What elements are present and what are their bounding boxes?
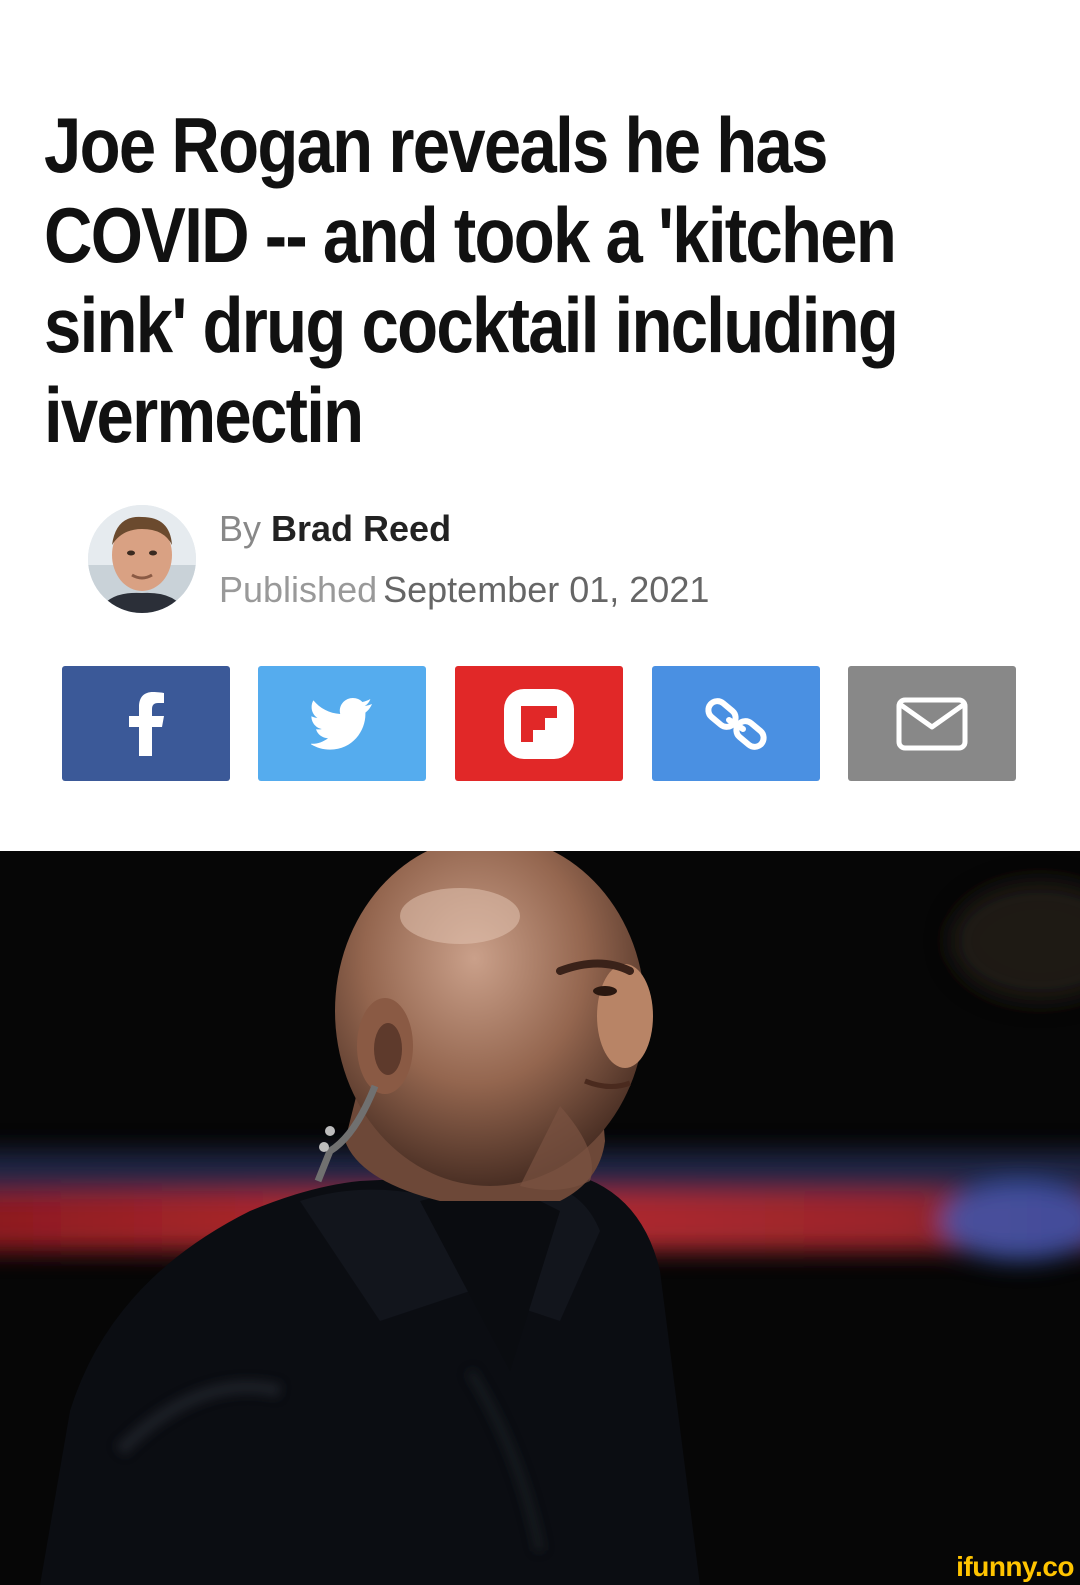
facebook-share-button[interactable] xyxy=(62,666,230,781)
published-line: Published September 01, 2021 xyxy=(219,569,709,611)
facebook-icon xyxy=(129,691,164,756)
byline: By Brad Reed xyxy=(219,508,451,550)
article-headline: Joe Rogan reveals he has COVID -- and to… xyxy=(44,101,899,459)
flipboard-icon xyxy=(504,688,574,759)
ifunny-watermark: ifunny.co xyxy=(956,1551,1074,1582)
author-avatar[interactable] xyxy=(88,505,196,613)
published-date: September 01, 2021 xyxy=(383,569,710,610)
article-photo: ifunny.co xyxy=(0,851,1080,1585)
author-name[interactable]: Brad Reed xyxy=(271,508,451,549)
byline-prefix: By xyxy=(219,508,262,549)
link-icon xyxy=(705,697,767,750)
copy-link-button[interactable] xyxy=(652,666,820,781)
twitter-icon xyxy=(311,697,372,750)
flipboard-share-button[interactable] xyxy=(455,666,623,781)
author-photo xyxy=(88,505,196,613)
man-portrait-image xyxy=(0,851,1080,1585)
twitter-share-button[interactable] xyxy=(258,666,426,781)
email-share-button[interactable] xyxy=(848,666,1016,781)
published-prefix: Published xyxy=(219,569,378,610)
email-icon xyxy=(896,697,968,750)
